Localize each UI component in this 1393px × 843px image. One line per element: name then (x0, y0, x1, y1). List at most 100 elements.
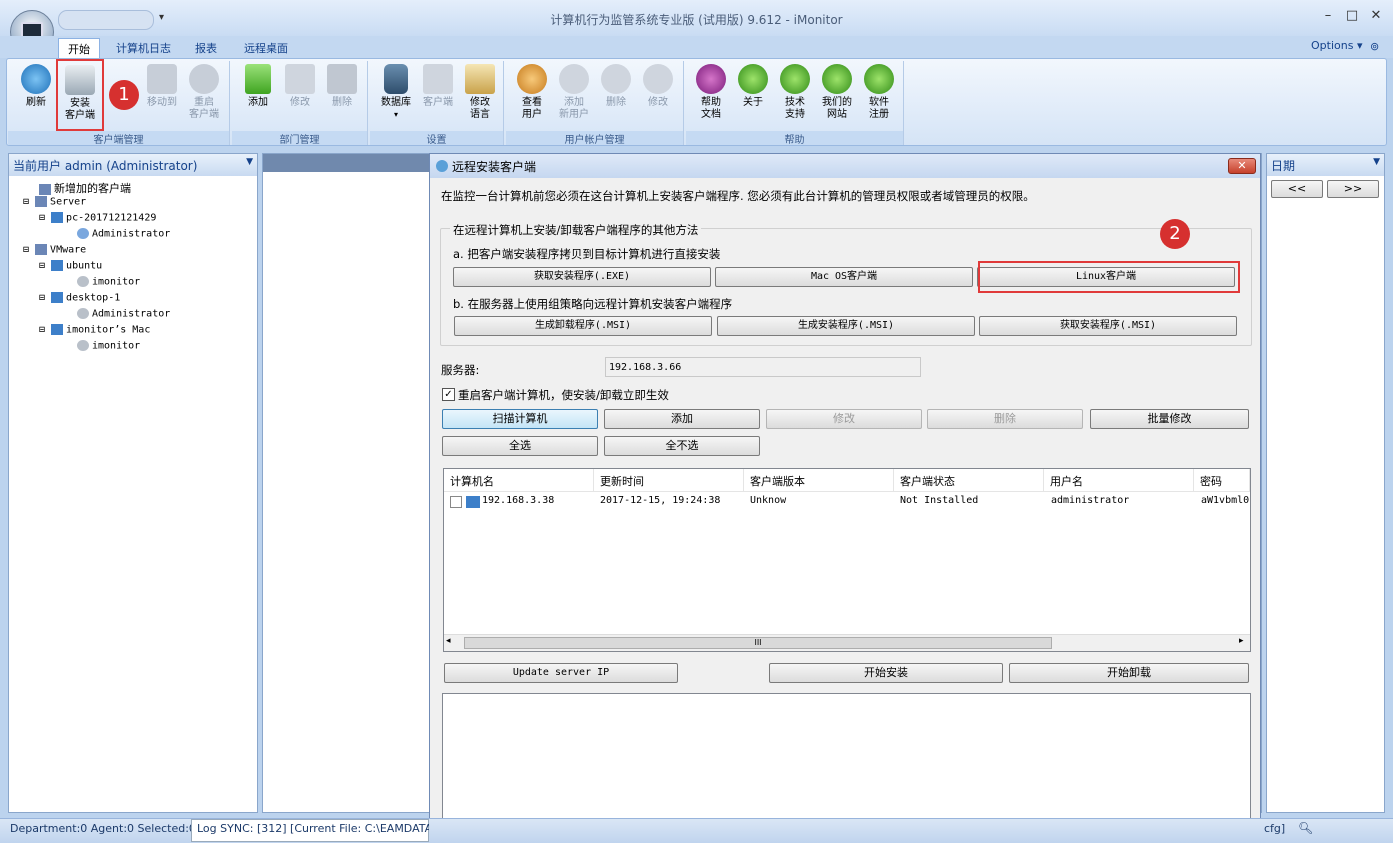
about-icon (738, 64, 768, 94)
current-user-header[interactable]: 当前用户 admin (Administrator) ▼ (9, 154, 257, 176)
language-icon (465, 64, 495, 94)
other-methods-title: 在远程计算机上安装/卸载客户端程序的其他方法 (450, 222, 702, 238)
date-panel-header[interactable]: 日期 ▼ (1267, 154, 1384, 176)
change-language-button[interactable]: 修改 语言 (460, 64, 500, 121)
tree-item-user[interactable]: Administrator (77, 308, 170, 320)
refresh-button[interactable]: 刷新 (16, 64, 56, 109)
update-server-ip-button[interactable]: Update server IP (444, 663, 678, 683)
tree-item-pc[interactable]: ⊟ pc-201712121429 (39, 212, 156, 224)
gen-uninstall-msi-button[interactable]: 生成卸载程序(.MSI) (454, 316, 712, 336)
window-title: 计算机行为监管系统专业版 (试用版) 9.612 - iMonitor (550, 13, 843, 27)
database-icon (384, 64, 408, 94)
chevron-down-icon: ▼ (1373, 157, 1380, 167)
client-settings-button[interactable]: 客户端 (418, 64, 458, 109)
client-tree[interactable]: 新增加的客户端 ⊟ Server ⊟ pc-201712121429 Admin… (9, 176, 255, 806)
column-header[interactable]: 更新时间 (594, 469, 744, 491)
edit-user-icon (643, 64, 673, 94)
date-next-button[interactable]: >> (1327, 180, 1379, 198)
tree-item-user[interactable]: Administrator (77, 228, 170, 240)
move-icon (147, 64, 177, 94)
tree-item-desktop[interactable]: ⊟ desktop-1 (39, 292, 120, 304)
horizontal-scrollbar[interactable]: ◂ III ▸ (444, 634, 1250, 651)
options-menu[interactable]: Options ▾ (1311, 39, 1362, 52)
help-docs-button[interactable]: 帮助 文档 (691, 64, 731, 121)
step-badge-1: 1 (109, 80, 139, 110)
restart-client-button[interactable]: 重启 客户端 (184, 64, 224, 121)
log-output-area[interactable] (442, 693, 1251, 820)
help-circle-icon[interactable]: ⊚ (1370, 40, 1379, 53)
close-button[interactable]: ✕ (1366, 8, 1386, 26)
select-all-button[interactable]: 全选 (442, 436, 598, 456)
scrollbar-thumb[interactable]: III (464, 637, 1052, 649)
cell-username: administrator (1051, 495, 1130, 506)
quick-access-toolbar[interactable] (58, 10, 154, 30)
view-users-button[interactable]: 查看 用户 (512, 64, 552, 121)
batch-modify-button[interactable]: 批量修改 (1090, 409, 1249, 429)
column-header[interactable]: 客户端状态 (894, 469, 1044, 491)
tree-item-ubuntu[interactable]: ⊟ ubuntu (39, 260, 102, 272)
website-button[interactable]: 我们的 网站 (817, 64, 857, 121)
users-icon (517, 64, 547, 94)
right-panel: 日期 ▼ << >> (1266, 153, 1385, 813)
column-header[interactable]: 密码 (1194, 469, 1250, 491)
modify-computer-button[interactable]: 修改 (766, 409, 922, 429)
dept-modify-button[interactable]: 修改 (280, 64, 320, 109)
database-button[interactable]: 数据库 ▾ (376, 64, 416, 121)
mac-client-button[interactable]: Mac OS客户端 (715, 267, 973, 287)
add-user-icon (559, 64, 589, 94)
computer-list[interactable]: 计算机名 更新时间 客户端版本 客户端状态 用户名 密码 192.168.3.3… (443, 468, 1251, 652)
dialog-close-button[interactable]: ✕ (1228, 158, 1256, 174)
tree-item-new-clients[interactable]: 新增加的客户端 (39, 180, 131, 196)
tree-item-mac[interactable]: ⊟ imonitor’s Mac (39, 324, 150, 336)
tree-item-vmware[interactable]: ⊟ VMware (23, 244, 86, 256)
tech-support-button[interactable]: 技术 支持 (775, 64, 815, 121)
column-header[interactable]: 计算机名 (444, 469, 594, 491)
row-checkbox[interactable] (450, 496, 462, 508)
tree-item-user[interactable]: imonitor (77, 276, 140, 288)
select-none-button[interactable]: 全不选 (604, 436, 760, 456)
start-install-button[interactable]: 开始安装 (769, 663, 1003, 683)
scan-computers-button[interactable]: 扫描计算机 (442, 409, 598, 429)
start-uninstall-button[interactable]: 开始卸载 (1009, 663, 1249, 683)
get-msi-installer-button[interactable]: 获取安装程序(.MSI) (979, 316, 1237, 336)
get-exe-installer-button[interactable]: 获取安装程序(.EXE) (453, 267, 711, 287)
delete-computer-button[interactable]: 删除 (927, 409, 1083, 429)
chevron-down-icon: ▼ (246, 157, 253, 167)
restart-checkbox[interactable]: ✓ (442, 388, 455, 401)
column-header[interactable]: 客户端版本 (744, 469, 894, 491)
about-button[interactable]: 关于 (733, 64, 773, 109)
tab-reports[interactable]: 报表 (186, 38, 226, 58)
scroll-left-icon[interactable]: ◂ (446, 636, 451, 646)
minimize-button[interactable]: – (1318, 8, 1338, 26)
add-user-button[interactable]: 添加 新用户 (554, 64, 594, 121)
tree-item-server[interactable]: ⊟ Server (23, 196, 86, 208)
network-icon (35, 196, 48, 207)
move-to-button[interactable]: 移动到 (142, 64, 182, 109)
tab-remote-desktop[interactable]: 远程桌面 (235, 38, 297, 58)
register-button[interactable]: 软件 注册 (859, 64, 899, 121)
cart-icon (864, 64, 894, 94)
qat-dropdown-icon[interactable]: ▾ (159, 12, 164, 23)
support-icon (780, 64, 810, 94)
dept-delete-button[interactable]: 删除 (322, 64, 362, 109)
dept-add-button[interactable]: 添加 (238, 64, 278, 109)
search-icon[interactable]: 🔍︎ (1298, 821, 1313, 835)
add-computer-button[interactable]: 添加 (604, 409, 760, 429)
date-prev-button[interactable]: << (1271, 180, 1323, 198)
tab-start[interactable]: 开始 (58, 38, 100, 58)
cell-password: aW1vbml0 (1201, 495, 1250, 506)
scroll-right-icon[interactable]: ▸ (1239, 636, 1244, 646)
column-header[interactable]: 用户名 (1044, 469, 1194, 491)
restart-label: 重启客户端计算机，使安装/卸载立即生效 (458, 388, 669, 402)
install-client-button[interactable]: 安装 客户端 (56, 59, 104, 131)
server-ip-field[interactable] (605, 357, 921, 377)
tree-item-user[interactable]: imonitor (77, 340, 140, 352)
user-icon (77, 276, 89, 287)
gen-install-msi-button[interactable]: 生成安装程序(.MSI) (717, 316, 975, 336)
maximize-button[interactable]: □ (1342, 8, 1362, 26)
delete-user-button[interactable]: 删除 (596, 64, 636, 109)
modify-user-button[interactable]: 修改 (638, 64, 678, 109)
help-icon (696, 64, 726, 94)
dialog-intro: 在监控一台计算机前您必须在这台计算机上安装客户端程序. 您必须有此台计算机的管理… (441, 189, 1035, 203)
tab-computer-log[interactable]: 计算机日志 (107, 38, 180, 58)
